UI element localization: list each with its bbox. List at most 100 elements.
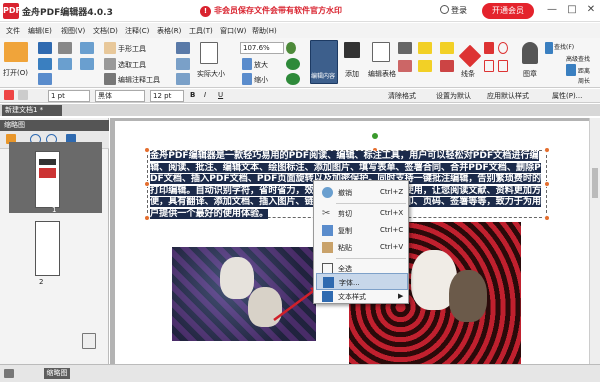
edit-annot-label[interactable]: 编辑注释工具: [118, 75, 160, 85]
thumbnail-page-2[interactable]: [35, 221, 60, 276]
arrow-shape-icon[interactable]: [484, 42, 494, 54]
rotate-handle[interactable]: [372, 133, 378, 139]
print-icon[interactable]: [38, 58, 52, 70]
fit-width-icon[interactable]: [176, 73, 190, 85]
thumbnail-page-1[interactable]: [35, 151, 60, 208]
minimize-button[interactable]: —: [546, 4, 558, 16]
menu-edit[interactable]: 编辑(E): [28, 26, 52, 36]
copy-icon[interactable]: [58, 42, 72, 54]
fit-page-icon[interactable]: [176, 58, 190, 70]
edit-form-label[interactable]: 编辑表格: [368, 69, 396, 79]
undo-icon[interactable]: [80, 42, 94, 54]
font-size-select[interactable]: 12 pt: [150, 90, 184, 102]
ellipse-shape-icon[interactable]: [498, 42, 508, 54]
edit-content-label: 编辑内容: [311, 73, 336, 80]
menu-file[interactable]: 文件: [6, 26, 20, 36]
perimeter-label[interactable]: 周长: [578, 76, 590, 85]
bold-button[interactable]: B: [190, 91, 195, 99]
pages-icon[interactable]: [82, 333, 96, 349]
edit-form-icon[interactable]: [372, 42, 390, 62]
find-label[interactable]: 查找(F): [554, 42, 574, 51]
notice-text: 非会员保存文件会带有软件官方水印: [214, 6, 342, 15]
menu-view[interactable]: 视图(V): [61, 26, 85, 36]
zoom-out-icon[interactable]: [242, 73, 252, 85]
login-button[interactable]: 登录: [440, 5, 467, 16]
hand-tool-label[interactable]: 手形工具: [118, 44, 146, 54]
stamp-icon[interactable]: [522, 42, 538, 64]
set-default-button[interactable]: 设置为默认: [436, 91, 471, 101]
zoom-out-label[interactable]: 缩小: [254, 75, 268, 85]
distance-icon[interactable]: [566, 64, 576, 76]
menu-comment[interactable]: 注释(C): [125, 26, 149, 36]
email-icon[interactable]: [38, 73, 52, 85]
ctx-paste[interactable]: 粘贴 Ctrl+V: [314, 239, 410, 256]
stroke-color-icon[interactable]: [4, 90, 14, 100]
vip-button[interactable]: 开通会员: [482, 3, 534, 19]
redo-icon[interactable]: [80, 58, 94, 70]
text-box-icon[interactable]: [440, 42, 454, 54]
polygon-shape-icon[interactable]: [498, 60, 508, 72]
zoom-in-label[interactable]: 放大: [254, 60, 268, 70]
t-icon[interactable]: [398, 42, 412, 54]
camera-icon[interactable]: [176, 42, 190, 54]
properties-button[interactable]: 属性(P)...: [552, 91, 582, 101]
edit-annot-icon[interactable]: [104, 73, 116, 85]
tab-document-1[interactable]: 新建文档1 *: [2, 105, 62, 116]
hand-tool-icon[interactable]: [104, 42, 116, 54]
menu-window[interactable]: 窗口(W): [220, 26, 246, 36]
ctx-text-style[interactable]: 文本样式 ▶: [314, 288, 410, 305]
highlight-icon[interactable]: [418, 60, 432, 72]
note-icon[interactable]: [418, 42, 432, 54]
panel-icon[interactable]: [4, 369, 14, 378]
ink-icon[interactable]: [398, 60, 412, 72]
add-label[interactable]: 添加: [345, 69, 359, 79]
text-tool-icon[interactable]: [344, 42, 360, 58]
rotate-cw-icon[interactable]: [286, 58, 300, 70]
menu-document[interactable]: 文档(D): [93, 26, 118, 36]
ctx-undo-label: 撤销: [338, 189, 352, 197]
apply-style-button[interactable]: 应用默认样式: [487, 91, 529, 101]
fill-color-icon[interactable]: [18, 90, 28, 100]
app-title: 金舟PDF编辑器4.0.3: [22, 8, 113, 18]
font-name-select[interactable]: 黑体: [95, 90, 145, 102]
maximize-button[interactable]: □: [566, 4, 578, 16]
actual-size-label[interactable]: 实际大小: [197, 69, 225, 79]
zoom-in-icon[interactable]: [242, 58, 252, 70]
zoom-select[interactable]: 107.6%: [240, 42, 284, 54]
line-label[interactable]: 线条: [461, 69, 475, 79]
watermark-notice[interactable]: ! 非会员保存文件会带有软件官方水印: [200, 5, 342, 17]
pencil-icon[interactable]: [458, 44, 482, 68]
advanced-find-label[interactable]: 高级查找: [566, 54, 590, 63]
ctx-cut-label: 剪切: [338, 210, 352, 218]
line-width-select[interactable]: 1 pt: [48, 90, 90, 102]
status-thumbnail-tab[interactable]: 缩略图: [44, 368, 70, 379]
close-button[interactable]: ✕: [585, 4, 597, 16]
menu-table[interactable]: 表格(R): [157, 26, 181, 36]
menu-tools[interactable]: 工具(T): [189, 26, 213, 36]
stamp-label[interactable]: 图章: [523, 69, 537, 79]
select-tool-icon[interactable]: [104, 58, 116, 70]
underline-button[interactable]: U: [218, 91, 223, 99]
scan-icon[interactable]: [58, 58, 72, 70]
actual-size-icon[interactable]: [200, 42, 218, 64]
clear-format-button[interactable]: 清除格式: [388, 91, 416, 101]
distance-label[interactable]: 距离: [578, 66, 590, 75]
paste-icon: [322, 242, 333, 253]
ctx-copy-shortcut: Ctrl+C: [380, 226, 404, 234]
ctx-cut[interactable]: ✂ 剪切 Ctrl+X: [314, 205, 410, 222]
menu-help[interactable]: 帮助(H): [252, 26, 277, 36]
save-icon[interactable]: [38, 42, 52, 54]
italic-button[interactable]: I: [204, 91, 206, 99]
select-tool-label[interactable]: 选取工具: [118, 60, 146, 70]
ctx-undo[interactable]: 撤销 Ctrl+Z: [314, 184, 410, 201]
rect-shape-icon[interactable]: [484, 60, 494, 72]
open-label[interactable]: 打开(O): [3, 68, 28, 78]
ctx-copy[interactable]: 复制 Ctrl+C: [314, 222, 410, 239]
rotate-ccw-icon[interactable]: [286, 73, 300, 85]
scroll-thumb[interactable]: [592, 168, 598, 198]
find-icon[interactable]: [545, 42, 553, 54]
zoom-in-circle-icon[interactable]: [286, 42, 296, 54]
vertical-scrollbar[interactable]: [589, 118, 600, 364]
strikeout-icon[interactable]: [440, 60, 454, 72]
open-folder-icon[interactable]: [4, 42, 28, 62]
